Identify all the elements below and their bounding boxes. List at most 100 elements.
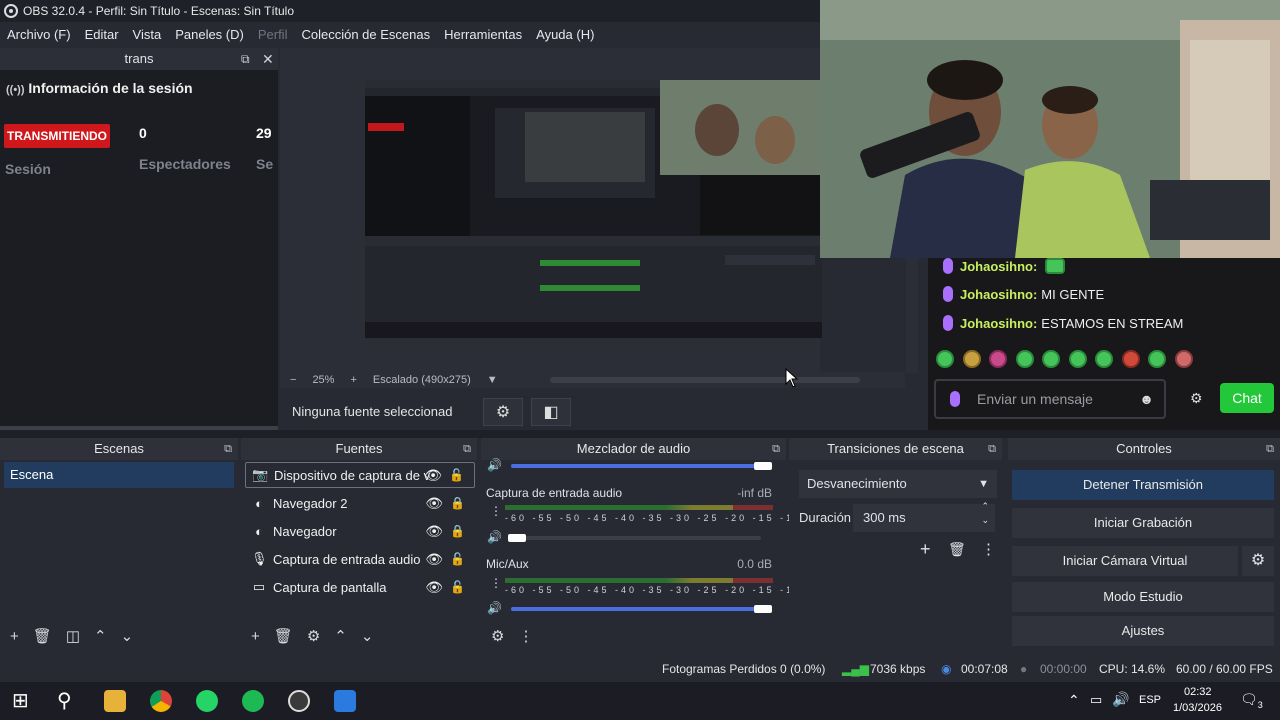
chevron-up-icon[interactable]: ⌃ (94, 627, 107, 645)
menu-ayuda[interactable]: Ayuda (H) (536, 27, 594, 42)
float-dock-icon[interactable]: ⧉ (1266, 438, 1274, 460)
windows-start-icon[interactable]: ⊞ (12, 690, 34, 712)
add-icon[interactable]: + (251, 628, 260, 645)
search-icon[interactable]: ⚲ (57, 690, 79, 712)
scale-mode[interactable]: Escalado (490x275) (373, 374, 471, 386)
zoom-in-button[interactable]: + (350, 374, 356, 386)
eye-icon[interactable]: 👁 (425, 523, 443, 540)
unlock-icon[interactable]: 🔓 (449, 468, 464, 482)
emote-icon[interactable] (1148, 350, 1166, 368)
trash-icon[interactable]: 🗑 (948, 541, 966, 558)
speaker-icon[interactable]: 🔊 (487, 601, 502, 615)
chevron-down-icon[interactable]: ⌄ (361, 627, 374, 645)
source-item[interactable]: ◐ Navegador 👁 🔒 (245, 518, 475, 544)
chevron-up-icon[interactable]: ⌃ (334, 627, 347, 645)
chevron-down-icon[interactable]: ⌄ (121, 627, 134, 645)
volume-icon[interactable]: 🔊 (1112, 691, 1129, 708)
preview-canvas[interactable] (365, 80, 822, 338)
close-icon[interactable]: ✕ (262, 48, 274, 70)
transition-select[interactable]: Desvanecimiento ▼ (799, 470, 997, 498)
kebab-menu-icon[interactable]: ⋮ (490, 576, 502, 590)
scene-item[interactable]: Escena (4, 462, 234, 488)
duration-input[interactable]: 300 ms ⌃ ⌄ (853, 501, 995, 532)
menu-herramientas[interactable]: Herramientas (444, 27, 522, 42)
source-item[interactable]: 🎙 Captura de entrada audio 👁 🔓 (245, 546, 475, 572)
whatsapp-icon[interactable] (196, 690, 218, 712)
volume-knob[interactable] (754, 605, 772, 613)
volume-knob[interactable] (754, 462, 772, 470)
eye-icon[interactable]: 👁 (424, 467, 442, 484)
emote-icon[interactable] (1068, 350, 1087, 368)
emote-icon[interactable] (1095, 350, 1113, 368)
filter-icon[interactable]: ◫ (66, 627, 80, 645)
network-icon[interactable]: ▭ (1090, 692, 1102, 708)
emote-icon[interactable] (1121, 350, 1140, 368)
lock-icon[interactable]: 🔒 (450, 496, 465, 510)
eye-icon[interactable]: 👁 (425, 579, 443, 596)
spotify-icon[interactable] (242, 690, 264, 712)
speaker-icon[interactable]: 🔊 (487, 458, 502, 472)
kebab-menu-icon[interactable]: ⋮ (518, 627, 533, 645)
emote-icon[interactable] (936, 350, 954, 368)
volume-slider[interactable] (511, 536, 761, 540)
menu-vista[interactable]: Vista (133, 27, 162, 42)
add-icon[interactable]: + (920, 539, 931, 560)
chevron-down-icon[interactable]: ▼ (487, 374, 498, 386)
start-recording-button[interactable]: Iniciar Grabación (1012, 508, 1274, 538)
float-dock-icon[interactable]: ⧉ (241, 48, 250, 70)
add-icon[interactable]: + (10, 628, 19, 645)
stop-stream-button[interactable]: Detener Transmisión (1012, 470, 1274, 500)
menu-editar[interactable]: Editar (85, 27, 119, 42)
chat-input[interactable]: Enviar un mensaje ☻ (934, 379, 1166, 419)
studio-mode-button[interactable]: Modo Estudio (1012, 582, 1274, 612)
emote-icon[interactable] (1015, 350, 1034, 368)
source-filters-button[interactable]: ◧ (531, 398, 571, 426)
lock-icon[interactable]: 🔒 (450, 524, 465, 538)
chat-settings-icon[interactable]: ⚙ (1190, 390, 1203, 407)
obs-taskbar-icon[interactable] (288, 690, 310, 712)
menu-paneles[interactable]: Paneles (D) (175, 27, 244, 42)
source-properties-button[interactable]: ⚙ (483, 398, 523, 426)
emote-icon[interactable] (1042, 350, 1060, 368)
zoom-out-button[interactable]: − (290, 374, 296, 386)
preview-scrollbar[interactable] (550, 377, 860, 383)
chevron-up-icon[interactable]: ⌃ (1068, 692, 1080, 709)
source-item[interactable]: ▭ Captura de pantalla 👁 🔓 (245, 574, 475, 600)
emote-icon[interactable] (1174, 350, 1193, 368)
trash-icon[interactable]: 🗑 (274, 627, 293, 645)
unlock-icon[interactable]: 🔓 (450, 552, 465, 566)
volume-slider[interactable] (511, 464, 761, 468)
gear-icon[interactable]: ⚙ (491, 627, 504, 645)
eye-icon[interactable]: 👁 (425, 551, 443, 568)
kebab-menu-icon[interactable]: ⋮ (981, 540, 996, 558)
clock-date[interactable]: 1/03/2026 (1173, 702, 1222, 714)
source-item[interactable]: 📷 Dispositivo de captura de v 👁 🔓 (245, 462, 475, 488)
float-dock-icon[interactable]: ⧉ (772, 438, 780, 460)
float-dock-icon[interactable]: ⧉ (463, 438, 471, 460)
speaker-icon[interactable]: 🔊 (487, 530, 502, 544)
volume-knob[interactable] (508, 534, 526, 542)
language-indicator[interactable]: ESP (1139, 694, 1161, 706)
float-dock-icon[interactable]: ⧉ (988, 438, 996, 460)
trash-icon[interactable]: 🗑 (33, 627, 52, 645)
chat-send-button[interactable]: Chat (1220, 383, 1274, 413)
chat-user[interactable]: Johaosihno: (960, 259, 1037, 274)
menu-archivo[interactable]: Archivo (F) (7, 27, 71, 42)
chrome-icon[interactable] (150, 690, 172, 712)
store-icon[interactable] (334, 690, 356, 712)
source-item[interactable]: ◐ Navegador 2 👁 🔒 (245, 490, 475, 516)
notifications-icon[interactable]: 🗨3 (1240, 691, 1263, 710)
settings-button[interactable]: Ajustes (1012, 616, 1274, 646)
float-dock-icon[interactable]: ⧉ (224, 438, 232, 460)
menu-coleccion-escenas[interactable]: Colección de Escenas (301, 27, 430, 42)
emote-icon[interactable] (962, 350, 981, 368)
chat-user[interactable]: Johaosihno: (960, 287, 1037, 302)
clock-time[interactable]: 02:32 (1184, 686, 1212, 698)
kebab-menu-icon[interactable]: ⋮ (490, 504, 502, 518)
emote-icon[interactable] (989, 350, 1007, 368)
volume-slider[interactable] (511, 607, 761, 611)
unlock-icon[interactable]: 🔓 (450, 580, 465, 594)
file-explorer-icon[interactable] (104, 690, 126, 712)
start-virtual-camera-button[interactable]: Iniciar Cámara Virtual (1012, 546, 1238, 576)
stepper-icon[interactable]: ⌃ ⌄ (981, 499, 989, 527)
